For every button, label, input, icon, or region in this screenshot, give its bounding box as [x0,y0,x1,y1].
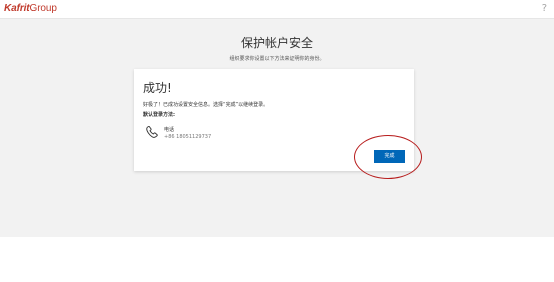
default-method-label: 默认登录方法: [143,112,176,118]
page-title: 保护帐户安全 [240,36,313,50]
method-label: 电话 [164,127,175,133]
top-bar: KafritGroup ? [0,0,554,19]
phone-icon [146,125,158,138]
company-logo: KafritGroup [4,3,57,14]
annotation-circle [354,135,422,179]
method-phone-number: +86 18051129737 [164,134,212,140]
page-subtitle: 组织要求你设置以下方法来证明你的身份。 [229,56,325,62]
logo-part2: Group [29,3,57,14]
success-message: 好极了！已成功设置安全信息。选择“完成”以继续登录。 [143,102,269,108]
help-button[interactable]: ? [542,3,547,14]
page: KafritGroup ? 保护帐户安全 组织要求你设置以下方法来证明你的身份。… [0,0,554,282]
logo-part1: Kafrit [4,3,30,14]
success-heading: 成功! [143,81,172,95]
